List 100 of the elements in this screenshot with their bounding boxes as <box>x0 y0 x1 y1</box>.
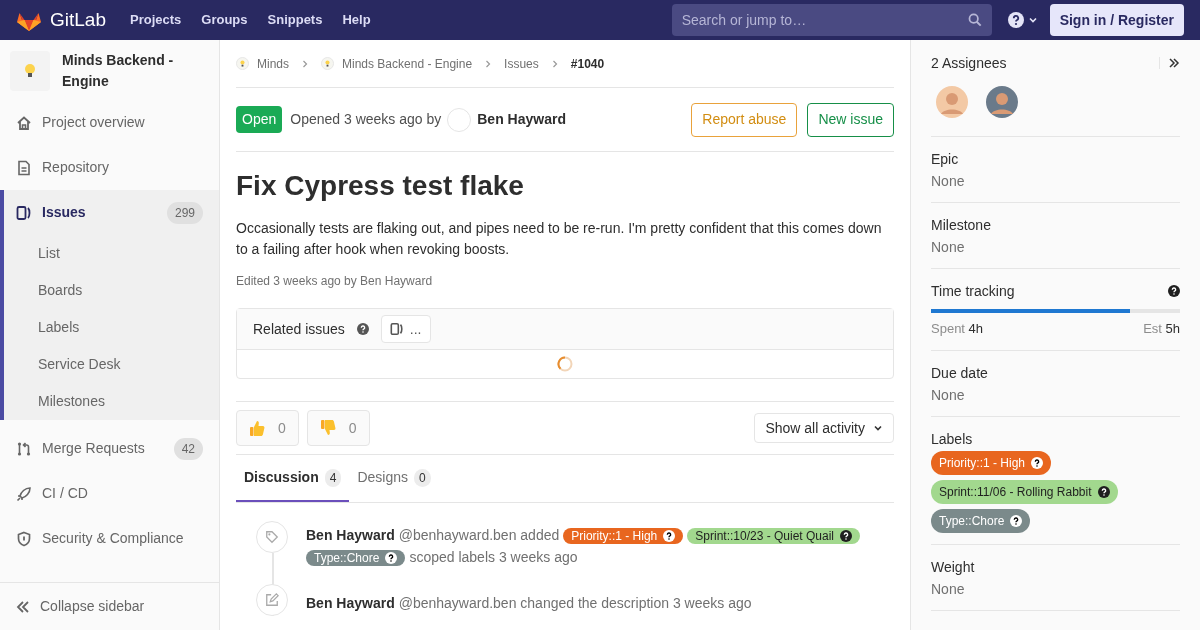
nav-link[interactable]: Snippets <box>267 10 323 30</box>
chevron-right-icon <box>484 59 493 68</box>
scoped-label[interactable]: Sprint::11/06 - Rolling Rabbit <box>931 479 1118 504</box>
scoped-label[interactable]: Type::Chore <box>931 508 1031 533</box>
scoped-label[interactable]: Priority::1 - High <box>931 450 1052 475</box>
breadcrumb-link[interactable]: Minds Backend - Engine <box>342 54 473 73</box>
double-chevron-left-icon <box>16 599 30 614</box>
activity-filter-dropdown[interactable]: Show all activity <box>754 413 894 443</box>
sidebar-item[interactable]: Security & Compliance <box>4 516 219 561</box>
double-chevron-right-icon <box>1159 57 1180 69</box>
chevron-down-icon <box>873 423 883 433</box>
chevron-down-icon <box>1027 15 1038 25</box>
count-badge: 4 <box>324 468 342 487</box>
count-badge: 42 <box>173 437 203 460</box>
thumbs-up-button[interactable]: 0 <box>236 410 299 446</box>
status-badge: Open <box>236 106 283 133</box>
section-value: None <box>931 385 966 405</box>
search-icon <box>967 13 982 27</box>
count-badge: 299 <box>166 201 203 224</box>
section-title: 2 Assignees <box>931 53 1008 73</box>
chevron-right-icon <box>301 59 309 68</box>
edited-text: Edited 3 weeks ago by Ben Hayward <box>236 273 434 290</box>
help-dropdown[interactable] <box>1007 12 1038 28</box>
section-title: Weight <box>931 557 976 577</box>
brand-name[interactable]: GitLab <box>50 5 106 35</box>
tab[interactable]: Discussion 4 <box>236 455 350 502</box>
related-issues-title: Related issues <box>253 319 345 339</box>
avatar-icon <box>447 107 472 132</box>
nav-link[interactable]: Projects <box>130 10 182 30</box>
scoped-label[interactable]: Priority::1 - High <box>563 527 684 544</box>
sidebar-subitem[interactable]: Labels <box>4 309 219 346</box>
section-title: Epic <box>931 150 960 169</box>
help-icon <box>1010 514 1023 527</box>
rocket-icon <box>16 485 32 502</box>
scoped-label[interactable]: Sprint::10/23 - Quiet Quail <box>687 527 861 544</box>
help-icon <box>1031 456 1044 469</box>
issues-icon <box>16 204 32 221</box>
sidebar-item[interactable]: Repository <box>4 145 219 190</box>
sidebar-item[interactable]: Issues 299 <box>4 190 219 235</box>
new-issue-button[interactable]: New issue <box>807 102 894 137</box>
sidebar-item[interactable]: CI / CD <box>4 471 219 516</box>
help-icon <box>840 529 853 542</box>
issue-title: Fix Cypress test flake <box>236 169 525 203</box>
issues-icon <box>389 322 404 336</box>
sign-in-button[interactable]: Sign in / Register <box>1049 4 1184 36</box>
issue-description: Occasionally tests are flaking out, and pipes need to be re-run. I'm pretty confident that this comes down to a failing after hook when revoking boosts. <box>236 219 883 259</box>
opened-text: Opened 3 weeks ago by <box>290 110 442 129</box>
help-icon <box>1007 12 1024 28</box>
note-text: @benhayward.ben added <box>398 527 560 544</box>
project-avatar-icon <box>10 51 50 91</box>
thumbs-down-button[interactable]: 0 <box>306 410 370 446</box>
home-icon <box>16 114 32 131</box>
sidebar-subitem[interactable]: Boards <box>4 272 219 309</box>
tab[interactable]: Designs 0 <box>349 455 439 502</box>
count-badge: 0 <box>414 468 431 487</box>
avatar-icon <box>936 86 968 118</box>
chevron-right-icon <box>550 59 559 68</box>
breadcrumb-link[interactable]: Minds <box>257 54 289 73</box>
breadcrumb-link[interactable]: #1040 <box>570 54 605 73</box>
estimate-text: Est 5h <box>1143 320 1180 338</box>
section-value: None <box>931 238 966 257</box>
section-value: None <box>931 172 966 191</box>
breadcrumb-link[interactable]: Issues <box>504 54 539 73</box>
document-icon <box>16 159 32 176</box>
section-value: None <box>931 579 966 599</box>
sidebar-item[interactable]: Merge Requests 42 <box>4 426 219 471</box>
help-icon <box>663 529 676 542</box>
nav-link[interactable]: Help <box>342 10 371 30</box>
help-icon <box>385 551 398 564</box>
loading-spinner-icon <box>557 356 573 372</box>
section-title: Due date <box>931 363 989 383</box>
author-link[interactable]: Ben Hayward <box>306 527 395 544</box>
sidebar-subitem[interactable]: Milestones <box>4 383 219 420</box>
sidebar-item[interactable]: Project overview <box>4 100 219 145</box>
help-icon <box>1168 285 1180 297</box>
section-title: Time tracking <box>931 282 1016 301</box>
sidebar-subitem[interactable]: Service Desk <box>4 346 219 383</box>
project-avatar-icon <box>321 57 334 70</box>
search-field[interactable]: Search or jump to… <box>671 4 992 36</box>
author-link[interactable]: Ben Hayward <box>306 594 395 612</box>
project-avatar-icon <box>236 57 249 70</box>
project-name[interactable]: Minds Backend - Engine <box>62 50 192 92</box>
help-icon <box>356 323 369 335</box>
sidebar-subitem[interactable]: List <box>4 235 219 272</box>
shield-icon <box>16 530 32 547</box>
scoped-label[interactable]: Type::Chore <box>306 549 406 566</box>
avatar-icon <box>986 86 1018 118</box>
spent-text: Spent 4h <box>931 320 984 338</box>
collapse-sidebar-button[interactable]: Collapse sidebar <box>0 582 219 630</box>
note-text: scoped labels 3 weeks ago <box>409 549 578 566</box>
note-text: @benhayward.ben changed the description 3 weeks ago <box>398 594 752 612</box>
author-link[interactable]: Ben Hayward <box>477 109 566 130</box>
nav-link[interactable]: Groups <box>201 10 248 30</box>
section-title: Milestone <box>931 216 992 235</box>
thumbs-up-icon <box>249 419 266 437</box>
section-title: Labels <box>931 429 974 449</box>
merge-request-icon <box>16 440 32 457</box>
help-icon <box>1097 485 1110 498</box>
thumbs-down-icon <box>319 419 337 437</box>
related-issues-count[interactable]: ... <box>380 315 431 343</box>
